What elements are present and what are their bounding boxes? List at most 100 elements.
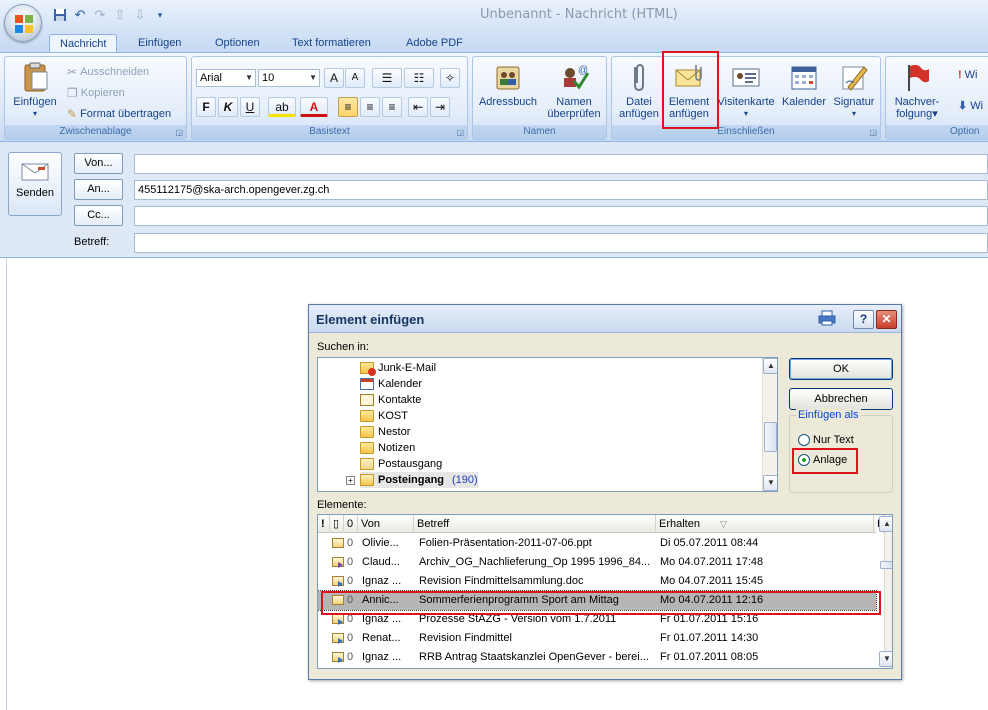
paste-button[interactable]: Einfügen ▾ bbox=[9, 61, 61, 120]
decrease-indent-button[interactable]: ⇤ bbox=[408, 97, 428, 117]
to-field[interactable]: 455112175@ska-arch.opengever.zg.ch bbox=[134, 180, 988, 200]
shrink-font-button[interactable]: A bbox=[345, 68, 365, 88]
table-row[interactable]: 0 Ignaz ... Prozesse StAZG - Version vom 1… bbox=[318, 610, 876, 629]
low-importance-button[interactable]: ⬇ Wi bbox=[958, 99, 983, 113]
table-row[interactable]: 0 Annic... Sommerferienprogramm Sport am M… bbox=[318, 590, 877, 611]
highlight-button[interactable]: ab bbox=[268, 97, 296, 117]
expand-icon[interactable]: + bbox=[346, 476, 355, 485]
scroll-up-icon[interactable]: ▲ bbox=[879, 516, 892, 532]
cc-button[interactable]: Cc... bbox=[74, 205, 123, 226]
tab-einfuegen[interactable]: Einfügen bbox=[128, 34, 191, 53]
check-names-button[interactable]: @ Namen überprüfen bbox=[541, 61, 607, 120]
attach-item-button[interactable]: Element anfügen bbox=[664, 61, 714, 120]
attachment-column-icon[interactable]: 0 bbox=[344, 515, 358, 533]
copy-button[interactable]: ❐ Kopieren bbox=[67, 86, 125, 100]
folder-item[interactable]: Notizen bbox=[360, 440, 415, 456]
arrow-down-icon[interactable]: ⇩ bbox=[132, 7, 148, 23]
table-row[interactable]: 0 Ignaz ... RRB Antrag Staatskanzlei OpenG… bbox=[318, 648, 876, 667]
tab-adobe-pdf[interactable]: Adobe PDF bbox=[396, 34, 473, 53]
cc-field[interactable] bbox=[134, 206, 988, 226]
font-size-combo[interactable]: 10 ▼ bbox=[258, 69, 320, 87]
folder-scrollbar[interactable]: ▲ ▼ bbox=[762, 358, 777, 491]
subject-field[interactable] bbox=[134, 233, 988, 253]
folder-item[interactable]: Kalender bbox=[360, 376, 422, 392]
styles-button[interactable]: ✧ bbox=[440, 68, 460, 88]
to-button[interactable]: An... bbox=[74, 179, 123, 200]
scroll-down-icon[interactable]: ▼ bbox=[879, 651, 892, 667]
high-importance-button[interactable]: ! Wi bbox=[958, 69, 978, 81]
font-color-button[interactable]: A bbox=[300, 97, 328, 117]
importance-column-icon[interactable]: ! bbox=[318, 515, 330, 533]
from-button[interactable]: Von... bbox=[74, 153, 123, 174]
printer-icon[interactable] bbox=[816, 310, 837, 329]
business-card-button[interactable]: Visitenkarte ▾ bbox=[716, 61, 776, 120]
chevron-down-icon[interactable]: ▾ bbox=[716, 108, 776, 120]
tab-optionen[interactable]: Optionen bbox=[205, 34, 270, 53]
italic-button[interactable]: K bbox=[218, 97, 238, 117]
column-subject[interactable]: Betreff bbox=[414, 515, 656, 533]
folder-item[interactable]: Postausgang bbox=[360, 456, 442, 472]
items-list[interactable]: ! ▯ 0 Von Betreff Erhalten ▽ K 0 Olivie..… bbox=[317, 514, 893, 669]
send-button[interactable]: Senden bbox=[8, 152, 62, 216]
office-button[interactable] bbox=[4, 4, 42, 42]
table-row[interactable]: 0 Olivie... Folien-Präsentation-2011-07-06… bbox=[318, 534, 876, 553]
align-left-button[interactable]: ≡ bbox=[338, 97, 358, 117]
folder-item[interactable]: Nestor bbox=[360, 424, 410, 440]
save-icon[interactable] bbox=[52, 7, 68, 23]
numbering-button[interactable]: ☷ bbox=[404, 68, 434, 88]
table-row[interactable]: 0 Claud... Archiv_OG_Nachlieferung_Op 1995… bbox=[318, 553, 876, 572]
font-name-combo[interactable]: Arial ▼ bbox=[196, 69, 256, 87]
signature-button[interactable]: Signatur ▾ bbox=[828, 61, 880, 120]
send-envelope-icon bbox=[21, 163, 49, 181]
table-row[interactable]: 0 Ignaz ... Revision Findmittelsammlung.do… bbox=[318, 572, 876, 591]
address-book-button[interactable]: Adressbuch bbox=[475, 61, 541, 108]
clipboard-launcher-icon[interactable]: ◲ bbox=[175, 128, 183, 137]
items-scrollbar[interactable]: ▲ ▼ bbox=[879, 515, 892, 668]
from-field[interactable] bbox=[134, 154, 988, 174]
address-book-label: Adressbuch bbox=[478, 96, 538, 108]
column-received[interactable]: Erhalten ▽ bbox=[656, 515, 874, 533]
table-row[interactable]: 0 Renat... Revision Findmittel Fr 01.07.201… bbox=[318, 629, 876, 648]
tab-text-formatieren[interactable]: Text formatieren bbox=[282, 34, 381, 53]
increase-indent-button[interactable]: ⇥ bbox=[430, 97, 450, 117]
align-right-button[interactable]: ≡ bbox=[382, 97, 402, 117]
format-painter-button[interactable]: ✎ Format übertragen bbox=[67, 107, 171, 121]
calendar-button[interactable]: Kalender bbox=[778, 61, 830, 108]
radio-attachment[interactable]: Anlage bbox=[798, 454, 847, 466]
folder-item[interactable]: Kontakte bbox=[360, 392, 421, 408]
scroll-thumb[interactable] bbox=[880, 561, 892, 569]
attach-file-button[interactable]: Datei anfügen bbox=[614, 61, 664, 120]
radio-text-only[interactable]: Nur Text bbox=[798, 434, 854, 446]
help-button[interactable]: ? bbox=[853, 310, 874, 329]
customize-qat-icon[interactable]: ▾ bbox=[152, 7, 168, 23]
follow-up-button[interactable]: Nachver- folgung▾ bbox=[888, 61, 946, 120]
cut-button[interactable]: ✂ Ausschneiden bbox=[67, 65, 149, 79]
tab-nachricht[interactable]: Nachricht bbox=[49, 34, 118, 53]
include-launcher-icon[interactable]: ◲ bbox=[869, 128, 877, 137]
redo-icon[interactable]: ↷ bbox=[92, 7, 108, 23]
column-from[interactable]: Von bbox=[358, 515, 414, 533]
ok-button[interactable]: OK bbox=[789, 358, 893, 380]
arrow-up-icon[interactable]: ⇧ bbox=[112, 7, 128, 23]
type-column-icon[interactable]: ▯ bbox=[330, 515, 344, 533]
align-center-button[interactable]: ≡ bbox=[360, 97, 380, 117]
bold-button[interactable]: F bbox=[196, 97, 216, 117]
undo-icon[interactable]: ↶ bbox=[72, 7, 88, 23]
paste-label: Einfügen bbox=[13, 96, 57, 108]
folder-item[interactable]: Posteingang (190) bbox=[360, 472, 478, 488]
scroll-down-icon[interactable]: ▼ bbox=[763, 475, 777, 491]
chevron-down-icon[interactable]: ▾ bbox=[828, 108, 880, 120]
paste-dropdown-icon[interactable]: ▾ bbox=[9, 108, 61, 120]
grow-font-button[interactable]: A bbox=[324, 68, 344, 88]
basic-text-launcher-icon[interactable]: ◲ bbox=[456, 128, 464, 137]
folder-item[interactable]: KOST bbox=[360, 408, 408, 424]
close-button[interactable]: ✕ bbox=[876, 310, 897, 329]
bullets-button[interactable]: ☰ bbox=[372, 68, 402, 88]
cancel-button[interactable]: Abbrechen bbox=[789, 388, 893, 410]
folder-tree[interactable]: Junk-E-Mail Kalender Kontakte KOST Nestor Not… bbox=[317, 357, 778, 492]
scroll-thumb[interactable] bbox=[764, 422, 777, 452]
scroll-up-icon[interactable]: ▲ bbox=[763, 358, 777, 374]
mail-icon bbox=[332, 614, 344, 625]
underline-button[interactable]: U bbox=[240, 97, 260, 117]
folder-item[interactable]: Junk-E-Mail bbox=[360, 360, 436, 376]
